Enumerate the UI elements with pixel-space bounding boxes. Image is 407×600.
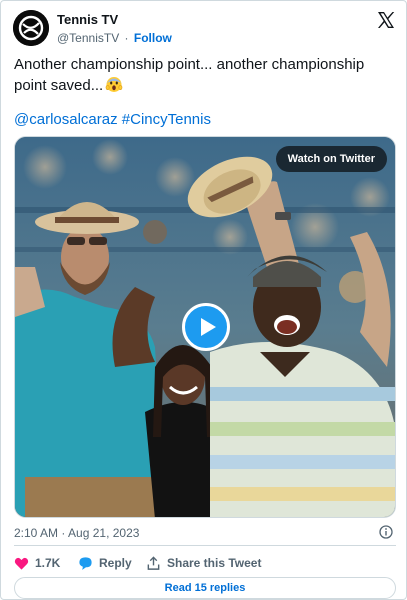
avatar[interactable] (13, 10, 49, 46)
play-button[interactable] (182, 303, 230, 351)
tweet-text-line2-wrap: point saved... (14, 75, 396, 96)
tweet-text-line1: Another championship point... another ch… (14, 56, 365, 73)
author-name[interactable]: Tennis TV (57, 12, 172, 28)
tweet-actions: 1.7K Reply Share this Tweet (14, 553, 396, 573)
info-icon[interactable] (379, 525, 393, 539)
read-replies-button[interactable]: Read 15 replies (14, 577, 396, 599)
like-count: 1.7K (35, 556, 61, 570)
author-handle-row: @TennisTV · Follow (57, 30, 172, 46)
tweet-header: Tennis TV @TennisTV · Follow (13, 10, 396, 48)
separator-dot: · (124, 31, 129, 45)
screaming-face-icon (105, 77, 123, 92)
follow-link[interactable]: Follow (134, 31, 172, 45)
reply-button[interactable]: Reply (78, 553, 132, 573)
tennis-tv-logo-icon (13, 10, 49, 46)
reply-label: Reply (99, 556, 132, 570)
tweet-card: Tennis TV @TennisTV · Follow Another cha… (0, 0, 407, 600)
divider (14, 545, 396, 546)
x-logo-icon[interactable] (376, 10, 396, 30)
tweet-text-line2: point saved... (14, 77, 104, 94)
tweet-links: @carlosalcaraz #CincyTennis (14, 110, 211, 130)
author-handle[interactable]: @TennisTV (57, 31, 119, 45)
play-icon (201, 318, 216, 336)
heart-icon (14, 557, 29, 570)
share-label: Share this Tweet (167, 556, 262, 570)
watch-on-twitter-button[interactable]: Watch on Twitter (275, 146, 387, 172)
hashtag-link[interactable]: #CincyTennis (122, 111, 211, 128)
tweet-timestamp[interactable]: 2:10 AM · Aug 21, 2023 (14, 525, 139, 541)
share-icon (147, 555, 160, 570)
tweet-text: Another championship point... another ch… (14, 55, 396, 96)
mention-link[interactable]: @carlosalcaraz (14, 111, 118, 128)
share-button[interactable]: Share this Tweet (146, 553, 261, 573)
reply-bubble-icon (79, 556, 92, 570)
like-button[interactable]: 1.7K (14, 553, 60, 573)
video-media[interactable]: Watch on Twitter (14, 136, 396, 518)
author-identity: Tennis TV @TennisTV · Follow (57, 12, 172, 46)
